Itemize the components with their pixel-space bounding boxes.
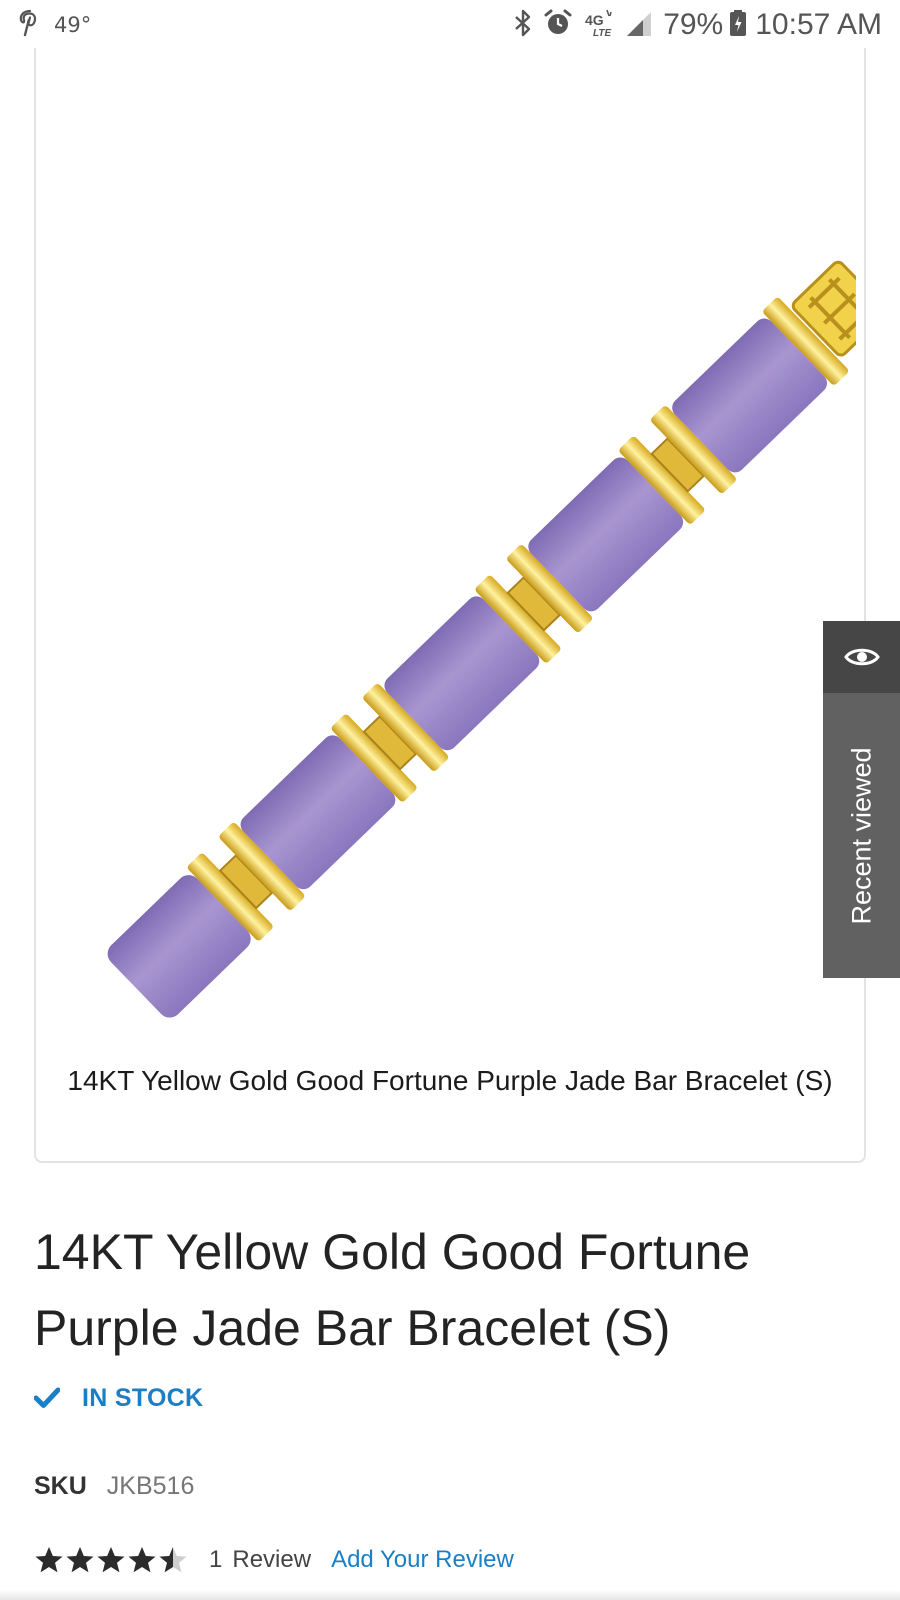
bluetooth-icon bbox=[513, 8, 533, 43]
battery-charging-icon bbox=[729, 8, 747, 43]
image-caption: 14KT Yellow Gold Good Fortune Purple Jad… bbox=[67, 1065, 833, 1096]
product-title: 14KT Yellow Gold Good Fortune Purple Jad… bbox=[34, 1224, 751, 1356]
star-rating bbox=[34, 1545, 189, 1575]
recent-viewed-eye-button[interactable] bbox=[823, 621, 900, 693]
sku-label: SKU bbox=[34, 1471, 87, 1500]
review-label[interactable]: Review bbox=[232, 1546, 311, 1574]
signal-icon bbox=[625, 8, 653, 43]
review-count: 1 bbox=[209, 1546, 223, 1573]
sku-value: JKB516 bbox=[106, 1471, 195, 1500]
status-bar: 49° 4G LTE 79% 10:57 AM bbox=[0, 0, 900, 50]
recent-viewed-panel[interactable]: Recent viewed bbox=[823, 693, 900, 978]
recent-viewed-tab[interactable]: Recent viewed bbox=[823, 621, 900, 978]
lte-icon: 4G LTE bbox=[583, 8, 615, 43]
eye-icon bbox=[843, 648, 880, 666]
bottom-divider bbox=[0, 1590, 900, 1600]
star-icon bbox=[35, 1547, 63, 1573]
add-review-link[interactable]: Add Your Review bbox=[331, 1546, 514, 1574]
rating-row: 1 Review Add Your Review bbox=[34, 1540, 514, 1580]
product-image-card[interactable]: 14KT Yellow Gold Good Fortune Purple Jad… bbox=[34, 48, 866, 1163]
star-icon bbox=[97, 1547, 125, 1573]
stock-status-label: IN STOCK bbox=[82, 1383, 204, 1412]
clock: 10:57 AM bbox=[755, 8, 882, 41]
network-subtype: LTE bbox=[593, 28, 611, 38]
stock-status: IN STOCK bbox=[34, 1380, 203, 1416]
sku-row: SKU JKB516 bbox=[34, 1468, 194, 1504]
checkmark-icon bbox=[34, 1387, 60, 1408]
battery-percent: 79% bbox=[663, 8, 724, 41]
product-image[interactable] bbox=[56, 228, 856, 1048]
star-icon bbox=[159, 1547, 187, 1573]
network-type: 4G bbox=[585, 12, 604, 28]
bracelet-illustration bbox=[107, 260, 856, 1018]
recent-viewed-label: Recent viewed bbox=[846, 746, 876, 925]
star-icon bbox=[128, 1547, 156, 1573]
star-icon bbox=[66, 1547, 94, 1573]
pinterest-icon bbox=[16, 8, 44, 43]
temperature: 49° bbox=[54, 13, 92, 37]
alarm-icon bbox=[543, 8, 573, 43]
